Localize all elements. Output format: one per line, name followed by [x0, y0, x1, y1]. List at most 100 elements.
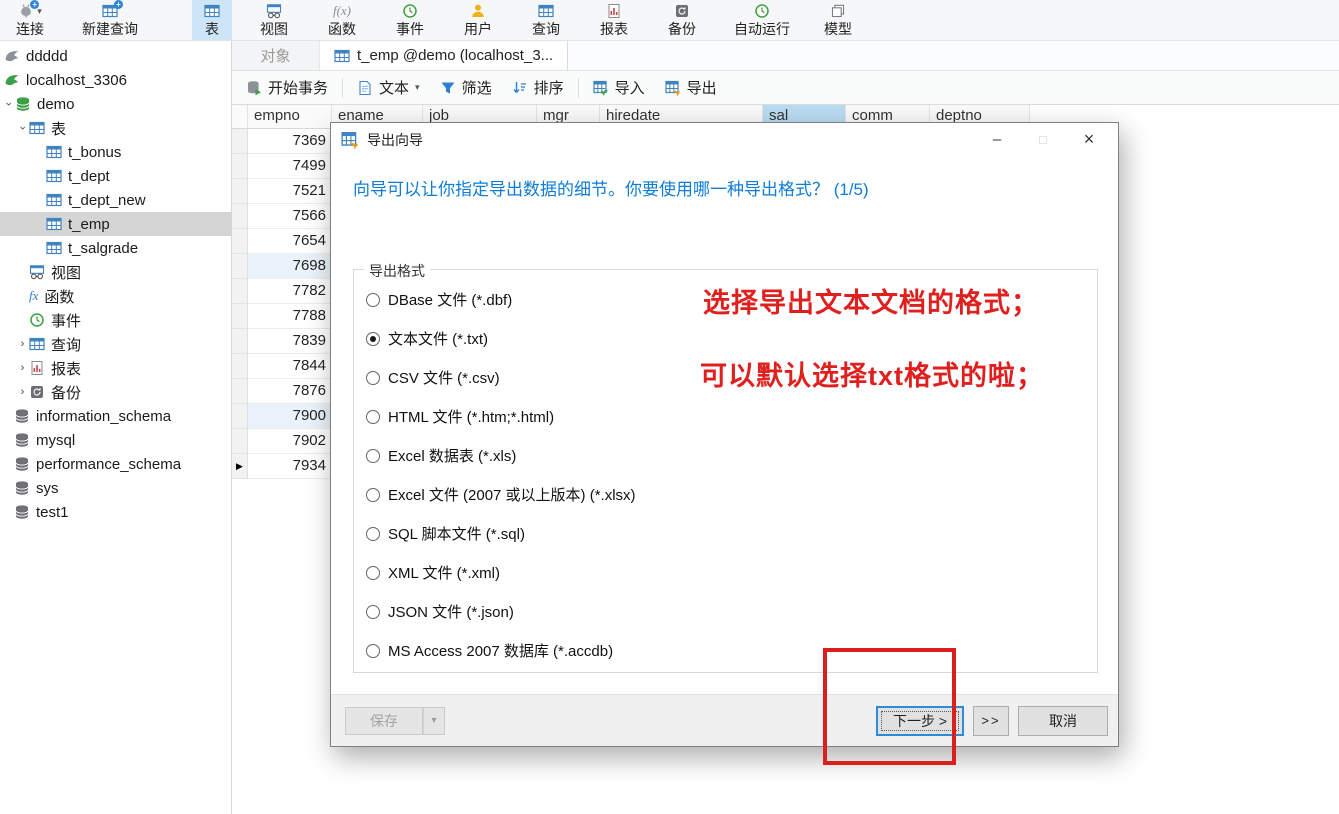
sidebar-item-t-bonus[interactable]: t_bonus — [0, 140, 231, 164]
radio-label[interactable]: HTML 文件 (*.htm;*.html) — [388, 406, 554, 427]
row-selector[interactable] — [232, 304, 248, 329]
row-selector[interactable] — [232, 254, 248, 279]
save-button[interactable]: 保存 — [345, 706, 423, 735]
cell-empno[interactable]: 7902 — [248, 429, 332, 454]
format-option-sql[interactable]: SQL 脚本文件 (*.sql) — [366, 514, 1085, 553]
radio-label[interactable]: SQL 脚本文件 (*.sql) — [388, 523, 525, 544]
minimize-button[interactable]: – — [974, 123, 1020, 156]
sidebar-item-functions[interactable]: fx 函数 — [0, 284, 231, 308]
toolbar-query-button[interactable]: 查询 — [520, 0, 572, 40]
row-selector[interactable] — [232, 404, 248, 429]
radio-icon[interactable] — [366, 643, 380, 658]
sidebar-item-sys[interactable]: sys — [0, 476, 231, 500]
cell-empno[interactable]: 7900 — [248, 404, 332, 429]
sidebar-item-reports[interactable]: › 报表 — [0, 356, 231, 380]
radio-icon[interactable] — [366, 292, 380, 307]
radio-icon[interactable] — [366, 565, 380, 580]
sidebar-item-t-dept-new[interactable]: t_dept_new — [0, 188, 231, 212]
radio-icon[interactable] — [366, 370, 380, 385]
toolbar-report-button[interactable]: 报表 — [588, 0, 640, 40]
row-selector[interactable] — [232, 279, 248, 304]
maximize-button[interactable]: □ — [1020, 123, 1066, 156]
expander-icon[interactable]: › — [17, 122, 29, 135]
format-option-accdb[interactable]: MS Access 2007 数据库 (*.accdb) — [366, 631, 1085, 670]
toolbar-events-button[interactable]: 事件 — [384, 0, 436, 40]
expander-icon[interactable]: › — [16, 362, 29, 374]
cell-empno[interactable]: 7369 — [248, 129, 332, 154]
sidebar-item-t-emp[interactable]: t_emp — [0, 212, 231, 236]
format-option-xml[interactable]: XML 文件 (*.xml) — [366, 553, 1085, 592]
radio-icon[interactable] — [366, 487, 380, 502]
import-button[interactable]: 导入 — [583, 71, 655, 104]
skip-to-end-button[interactable]: >> — [973, 705, 1009, 736]
sidebar-item-events[interactable]: 事件 — [0, 308, 231, 332]
radio-label[interactable]: DBase 文件 (*.dbf) — [388, 289, 512, 310]
row-selector[interactable] — [232, 154, 248, 179]
chevron-down-icon[interactable]: ▾ — [415, 82, 420, 93]
format-option-html[interactable]: HTML 文件 (*.htm;*.html) — [366, 397, 1085, 436]
sidebar-item-queries[interactable]: › 查询 — [0, 332, 231, 356]
toolbar-backup-button[interactable]: 备份 — [656, 0, 708, 40]
sidebar-item-tables[interactable]: › 表 — [0, 116, 231, 140]
toolbar-views-button[interactable]: 视图 — [248, 0, 300, 40]
cell-empno[interactable]: 7934 — [248, 454, 332, 479]
toolbar-automation-button[interactable]: 自动运行 — [722, 0, 802, 40]
radio-icon[interactable] — [366, 604, 380, 619]
sidebar-item-demo[interactable]: › demo — [0, 92, 231, 116]
cell-empno[interactable]: 7698 — [248, 254, 332, 279]
cell-empno[interactable]: 7654 — [248, 229, 332, 254]
sidebar-item-views[interactable]: 视图 — [0, 260, 231, 284]
cell-empno[interactable]: 7782 — [248, 279, 332, 304]
dialog-titlebar[interactable]: 导出向导 – □ × — [331, 123, 1118, 156]
begin-transaction-button[interactable]: 开始事务 — [236, 71, 338, 104]
row-selector[interactable] — [232, 229, 248, 254]
toolbar-users-button[interactable]: 用户 — [452, 0, 504, 40]
cell-empno[interactable]: 7521 — [248, 179, 332, 204]
sidebar-item-mysql[interactable]: mysql — [0, 428, 231, 452]
radio-label[interactable]: Excel 数据表 (*.xls) — [388, 445, 516, 466]
cell-empno[interactable]: 7876 — [248, 379, 332, 404]
radio-label[interactable]: 文本文件 (*.txt) — [388, 328, 488, 349]
sidebar-item-t-salgrade[interactable]: t_salgrade — [0, 236, 231, 260]
filter-button[interactable]: 筛选 — [430, 71, 502, 104]
cell-empno[interactable]: 7788 — [248, 304, 332, 329]
row-selector[interactable] — [232, 379, 248, 404]
cancel-button[interactable]: 取消 — [1018, 705, 1108, 736]
sidebar-item-information-schema[interactable]: information_schema — [0, 404, 231, 428]
expander-icon[interactable]: › — [16, 338, 29, 350]
format-option-txt[interactable]: 文本文件 (*.txt) — [366, 319, 1085, 358]
expander-icon[interactable]: › — [3, 98, 15, 111]
sidebar-item-backups[interactable]: › 备份 — [0, 380, 231, 404]
row-selector[interactable] — [232, 354, 248, 379]
toolbar-new-query-button[interactable]: + 新建查询 — [70, 0, 150, 40]
radio-icon[interactable] — [366, 331, 380, 346]
expander-icon[interactable]: › — [16, 386, 29, 398]
cell-empno[interactable]: 7839 — [248, 329, 332, 354]
sidebar-item-test1[interactable]: test1 — [0, 500, 231, 524]
format-option-json[interactable]: JSON 文件 (*.json) — [366, 592, 1085, 631]
sidebar-item-ddddd[interactable]: ddddd — [0, 44, 231, 68]
sidebar-item-performance-schema[interactable]: performance_schema — [0, 452, 231, 476]
cell-empno[interactable]: 7566 — [248, 204, 332, 229]
row-selector[interactable] — [232, 179, 248, 204]
row-selector[interactable] — [232, 129, 248, 154]
radio-label[interactable]: MS Access 2007 数据库 (*.accdb) — [388, 640, 613, 661]
radio-icon[interactable] — [366, 448, 380, 463]
cell-empno[interactable]: 7499 — [248, 154, 332, 179]
row-selector[interactable] — [232, 329, 248, 354]
tab-t-emp[interactable]: t_emp @demo (localhost_3... — [320, 41, 569, 70]
text-view-button[interactable]: 文本 ▾ — [347, 71, 430, 104]
sort-button[interactable]: 排序 — [502, 71, 574, 104]
radio-icon[interactable] — [366, 409, 380, 424]
radio-label[interactable]: CSV 文件 (*.csv) — [388, 367, 500, 388]
cell-empno[interactable]: 7844 — [248, 354, 332, 379]
toolbar-model-button[interactable]: 模型 — [812, 0, 864, 40]
save-dropdown-button[interactable]: ▾ — [423, 706, 445, 735]
row-selector[interactable] — [232, 429, 248, 454]
tab-objects[interactable]: 对象 — [232, 41, 320, 70]
sidebar-item-t-dept[interactable]: t_dept — [0, 164, 231, 188]
close-icon[interactable]: × — [1066, 123, 1112, 156]
sidebar-item-localhost-3306[interactable]: localhost_3306 — [0, 68, 231, 92]
format-option-xls[interactable]: Excel 数据表 (*.xls) — [366, 436, 1085, 475]
radio-label[interactable]: XML 文件 (*.xml) — [388, 562, 500, 583]
